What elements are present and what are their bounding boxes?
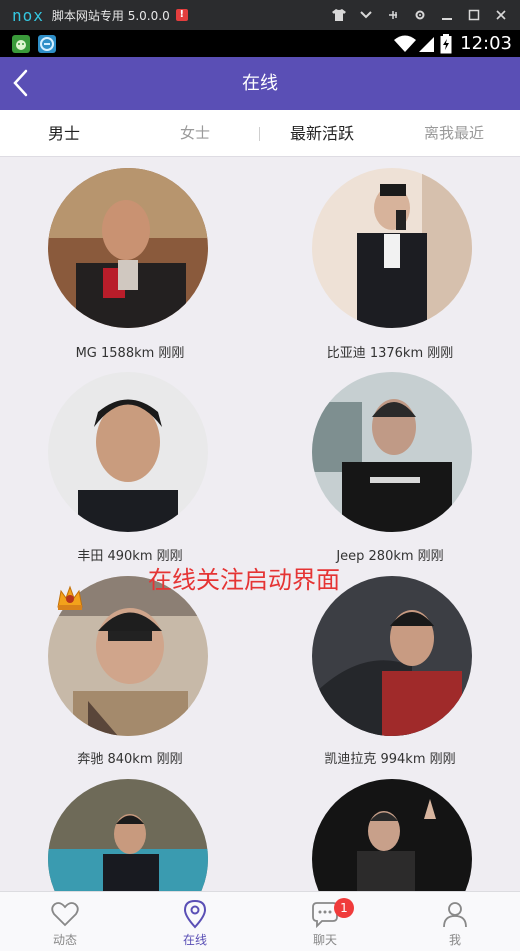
page-title: 在线	[242, 73, 278, 94]
unread-badge: 1	[334, 898, 354, 918]
filter-latest-active[interactable]: 最新活跃	[290, 110, 354, 157]
user-avatar[interactable]	[312, 576, 472, 736]
filter-male[interactable]: 男士	[48, 110, 80, 157]
nav-label-chat: 聊天	[312, 933, 337, 947]
heart-icon	[51, 902, 79, 927]
wifi-icon	[394, 35, 417, 52]
overlay-caption: 在线关注启动界面	[148, 566, 340, 594]
shirt-icon[interactable]	[325, 0, 352, 30]
user-label: 奔驰 840km 刚刚	[77, 752, 183, 767]
app-notification-icon	[38, 35, 56, 53]
status-indicators: 12:03	[394, 30, 512, 57]
location-pin-icon	[183, 899, 207, 929]
nav-tab-me[interactable]: 我	[390, 892, 520, 951]
user-avatar[interactable]	[48, 168, 208, 328]
user-avatar[interactable]	[48, 372, 208, 532]
user-grid: MG 1588km 刚刚 比亚迪 1376km 刚刚 丰田 490km 刚刚 J…	[0, 157, 520, 891]
user-avatar[interactable]	[312, 168, 472, 328]
settings-icon[interactable]	[406, 0, 433, 30]
emulator-logo: nox	[12, 5, 44, 25]
app-header: 在线	[0, 57, 520, 110]
nav-tab-online[interactable]: 在线	[130, 892, 260, 951]
app-root: nox 脚本网站专用 5.0.0.0 ! 12:03 在线 男士 女士 最新活跃…	[0, 0, 520, 951]
vip-crown-icon	[56, 585, 84, 611]
android-status-bar: 12:03	[0, 30, 520, 57]
signal-icon	[419, 36, 435, 52]
nav-tab-feed[interactable]: 动态	[0, 892, 130, 951]
user-avatar[interactable]	[312, 372, 472, 532]
user-avatar[interactable]	[48, 779, 208, 891]
nav-label-feed: 动态	[52, 933, 77, 947]
close-icon[interactable]	[487, 0, 514, 30]
chevron-down-icon[interactable]	[352, 0, 379, 30]
emulator-title-bar: nox 脚本网站专用 5.0.0.0 !	[0, 0, 520, 30]
emulator-controls	[325, 0, 514, 30]
status-clock: 12:03	[460, 33, 512, 54]
nav-label-me: 我	[448, 933, 461, 947]
pin-window-icon[interactable]	[379, 0, 406, 30]
minimize-icon[interactable]	[433, 0, 460, 30]
user-label: 凯迪拉克 994km 刚刚	[324, 752, 456, 767]
filter-divider	[259, 127, 260, 141]
filter-bar: 男士 女士 最新活跃 离我最近	[0, 110, 520, 157]
bottom-navigation: 动态 在线 1 聊天 我	[0, 891, 520, 951]
warning-icon[interactable]: !	[175, 9, 188, 21]
nav-label-online: 在线	[182, 933, 207, 947]
maximize-icon[interactable]	[460, 0, 487, 30]
battery-icon	[440, 33, 452, 53]
user-label: MG 1588km 刚刚	[75, 346, 185, 361]
filter-nearest[interactable]: 离我最近	[424, 110, 484, 157]
android-notification-icon	[12, 35, 30, 53]
user-avatar[interactable]	[312, 779, 472, 891]
filter-female[interactable]: 女士	[180, 110, 210, 157]
person-icon	[443, 902, 467, 928]
nav-tab-chat[interactable]: 1 聊天	[260, 892, 390, 951]
emulator-title: 脚本网站专用 5.0.0.0	[51, 8, 170, 23]
user-label: 比亚迪 1376km 刚刚	[326, 346, 454, 361]
